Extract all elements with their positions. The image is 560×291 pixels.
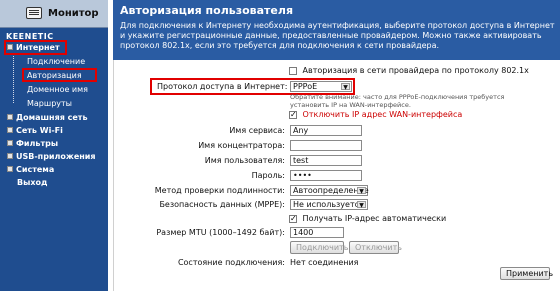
nav-tree-line xyxy=(13,53,14,103)
security-select[interactable]: Не используется ▼ xyxy=(290,199,368,210)
monitor-tab[interactable]: Монитор xyxy=(0,0,108,28)
sidebar-item-home-network[interactable]: Домашняя сеть xyxy=(7,113,88,122)
expand-box-icon xyxy=(7,153,13,159)
apply-button[interactable]: Применить xyxy=(500,267,553,280)
page-description: Для подключения к Интернету необходима а… xyxy=(120,21,555,50)
highlight-internet xyxy=(4,40,67,55)
expand-box-icon xyxy=(7,114,13,120)
pppoe-note: Обратите внимание: часто для PPPoE-подкл… xyxy=(290,93,505,109)
auth-method-select[interactable]: Автоопределение ▼ xyxy=(290,185,369,196)
dropdown-arrow-icon: ▼ xyxy=(357,187,366,195)
expand-box-icon xyxy=(7,166,13,172)
concentrator-input[interactable] xyxy=(290,140,362,151)
security-label: Безопасность данных (MPPE): xyxy=(159,200,285,209)
sidebar-item-label: Система xyxy=(16,165,55,174)
auto-ip-checkbox[interactable] xyxy=(289,214,297,223)
disable-wan-ip-label: Отключить IP адрес WAN-интерфейса xyxy=(302,110,463,119)
monitor-icon xyxy=(26,7,42,19)
disable-wan-ip-checkbox[interactable] xyxy=(289,110,297,119)
page-title: Авторизация пользователя xyxy=(120,4,294,17)
sidebar-item-wifi[interactable]: Сеть Wi-Fi xyxy=(7,126,63,135)
auto-ip-label: Получать IP-адрес автоматически xyxy=(302,214,447,223)
auth-8021x-checkbox[interactable] xyxy=(289,66,297,75)
highlight-authorization xyxy=(22,68,97,82)
protocol-value: PPPoE xyxy=(293,82,318,91)
sidebar-item-routes[interactable]: Маршруты xyxy=(27,99,72,108)
password-label: Пароль: xyxy=(251,171,285,180)
state-label: Состояние подключения: xyxy=(177,258,285,267)
mtu-label: Размер MTU (1000–1492 байт): xyxy=(156,228,285,237)
auth-8021x-row: Авторизация в сети провайдера по протоко… xyxy=(289,66,529,75)
expand-box-icon xyxy=(7,127,13,133)
expand-box-icon xyxy=(7,140,13,146)
username-label: Имя пользователя: xyxy=(204,156,285,165)
service-name-label: Имя сервиса: xyxy=(229,126,285,135)
security-value: Не используется xyxy=(293,200,364,209)
sidebar-item-domain-name[interactable]: Доменное имя xyxy=(27,85,88,94)
sidebar-item-logout[interactable]: Выход xyxy=(17,178,47,187)
dropdown-arrow-icon: ▼ xyxy=(357,201,366,209)
sidebar-item-filters[interactable]: Фильтры xyxy=(7,139,58,148)
connect-button[interactable]: Подключить xyxy=(290,241,348,254)
sidebar-item-system[interactable]: Система xyxy=(7,165,54,174)
sidebar-item-usb-apps[interactable]: USB-приложения xyxy=(7,152,96,161)
sidebar-item-label: Домашняя сеть xyxy=(16,113,88,122)
username-input[interactable]: test xyxy=(290,155,362,166)
protocol-label: Протокол доступа в Интернет: xyxy=(157,82,288,91)
sidebar-item-label: Фильтры xyxy=(16,139,59,148)
disconnect-button[interactable]: Отключить xyxy=(349,241,402,254)
dropdown-arrow-icon: ▼ xyxy=(341,83,350,91)
service-name-input[interactable]: Any xyxy=(290,125,362,136)
sidebar-item-connection[interactable]: Подключение xyxy=(27,57,85,66)
sidebar-item-label: Сеть Wi-Fi xyxy=(16,126,63,135)
password-input[interactable]: •••• xyxy=(290,170,362,181)
concentrator-label: Имя концентратора: xyxy=(198,141,285,150)
monitor-label: Монитор xyxy=(48,8,99,19)
auth-method-label: Метод проверки подлинности: xyxy=(154,186,285,195)
protocol-select[interactable]: PPPoE ▼ xyxy=(290,81,352,92)
auto-ip-row: Получать IP-адрес автоматически xyxy=(289,214,446,223)
mtu-input[interactable]: 1400 xyxy=(290,227,344,238)
state-value: Нет соединения xyxy=(290,258,359,267)
auth-8021x-label: Авторизация в сети провайдера по протоко… xyxy=(302,66,529,75)
sidebar-item-label: USB-приложения xyxy=(16,152,96,161)
disable-wan-ip-row: Отключить IP адрес WAN-интерфейса xyxy=(289,110,462,119)
